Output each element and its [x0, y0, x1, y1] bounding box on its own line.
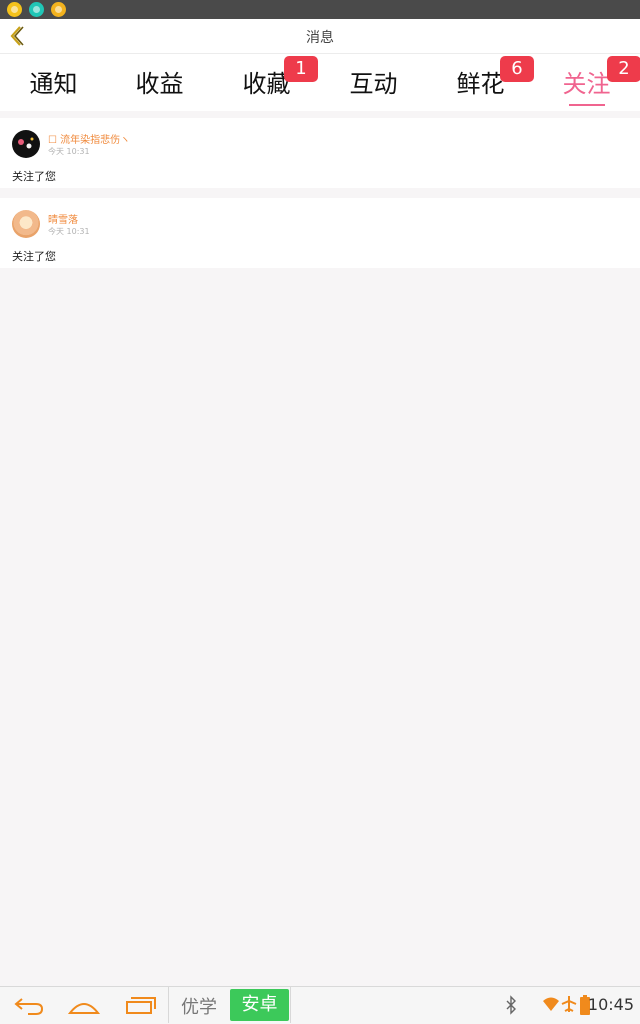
tab-follow[interactable]: 关注 2: [533, 56, 640, 108]
title-bar: 消息: [0, 19, 640, 53]
tab-label: 通知: [29, 70, 78, 98]
nav-back-icon[interactable]: [12, 993, 46, 1019]
tab-earnings[interactable]: 收益: [106, 64, 213, 108]
timestamp: 今天 10:31: [48, 227, 90, 236]
brand-label: 优学 安卓: [168, 987, 291, 1023]
system-nav-bar: 优学 安卓 10:45: [0, 986, 640, 1024]
list-item[interactable]: 晴雪落 今天 10:31 关注了您: [0, 198, 640, 268]
app-icon: [29, 2, 44, 17]
nav-home-icon[interactable]: [67, 993, 101, 1019]
tab-bar: 通知 收益 收藏 1 互动 鲜花 6 关注 2: [0, 53, 640, 111]
tab-favorites[interactable]: 收藏 1: [213, 56, 320, 108]
message-text: 关注了您: [12, 250, 56, 263]
tab-flowers[interactable]: 鲜花 6: [427, 56, 534, 108]
brand-text-youxue: 优学: [181, 997, 217, 1018]
message-text: 关注了您: [12, 170, 56, 183]
nav-recent-icon[interactable]: [123, 993, 157, 1019]
tab-interactions[interactable]: 互动: [320, 64, 427, 108]
page-title: 消息: [306, 30, 334, 46]
airplane-icon: [561, 995, 577, 1017]
timestamp: 今天 10:31: [48, 147, 90, 156]
badge-favorites: 1: [284, 56, 318, 82]
tab-label: 关注: [562, 70, 611, 98]
settings-icon: [51, 2, 66, 17]
bluetooth-icon: [504, 995, 518, 1019]
user-name[interactable]: 晴雪落: [48, 211, 78, 226]
tab-label: 互动: [349, 70, 398, 98]
avatar[interactable]: [12, 210, 40, 238]
badge-flowers: 6: [500, 56, 534, 82]
list-item[interactable]: ☐ 流年染指悲伤ヽ 今天 10:31 关注了您: [0, 118, 640, 188]
tab-notifications[interactable]: 通知: [0, 64, 107, 108]
avatar[interactable]: [12, 130, 40, 158]
notification-icon: [7, 2, 22, 17]
app-screen: 消息 通知 收益 收藏 1 互动 鲜花 6 关注 2 ☐ 流年染指悲伤ヽ 今天 …: [0, 0, 640, 1024]
clock: 10:45: [587, 995, 634, 1014]
brand-text-anzhuo: 安卓: [230, 989, 289, 1021]
tab-label: 收益: [135, 70, 184, 98]
tab-label: 鲜花: [456, 70, 505, 98]
active-tab-indicator: [569, 104, 605, 106]
wifi-icon: [542, 995, 560, 1017]
top-status-bar: [0, 0, 640, 19]
user-name[interactable]: ☐ 流年染指悲伤ヽ: [48, 131, 130, 146]
badge-follow: 2: [607, 56, 640, 82]
